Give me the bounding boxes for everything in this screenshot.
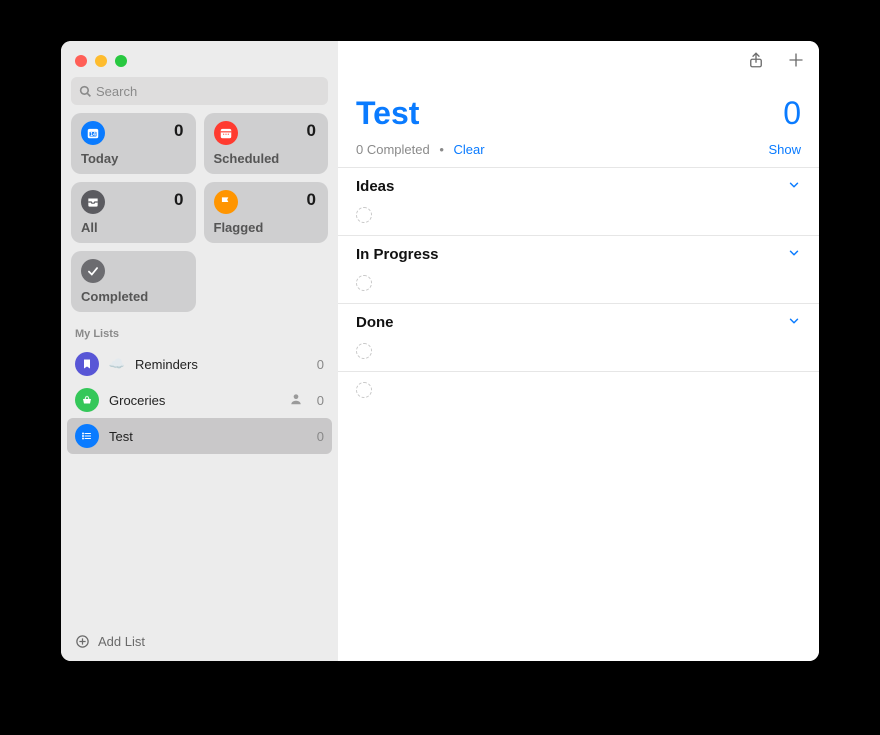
section-header-ideas[interactable]: Ideas — [338, 168, 819, 201]
smart-list-all[interactable]: 0 All — [71, 182, 196, 243]
reminder-radio[interactable] — [356, 343, 372, 359]
cloud-icon: ☁️ — [109, 356, 125, 372]
reminder-radio[interactable] — [356, 275, 372, 291]
main-content: Test 0 0 Completed • Clear Show Ideas — [338, 41, 819, 661]
completed-count-label: 0 Completed — [356, 142, 430, 157]
bookmark-icon — [75, 352, 99, 376]
sidebar-list-label: Groceries — [109, 393, 279, 408]
add-list-button[interactable]: Add List — [61, 624, 159, 661]
smart-list-all-count: 0 — [174, 190, 183, 210]
section-header-done[interactable]: Done — [338, 304, 819, 337]
list-total-count: 0 — [783, 95, 801, 132]
sidebar-list-count: 0 — [317, 429, 324, 444]
smart-list-scheduled-label: Scheduled — [214, 151, 319, 166]
calendar-icon — [214, 121, 238, 145]
sidebar: 14 0 Today 0 Scheduled 0 All — [61, 41, 338, 661]
show-completed-button[interactable]: Show — [768, 142, 801, 157]
smart-list-flagged-label: Flagged — [214, 220, 319, 235]
new-reminder-placeholder[interactable] — [338, 269, 819, 303]
section-title: In Progress — [356, 246, 439, 263]
app-window: 14 0 Today 0 Scheduled 0 All — [61, 41, 819, 661]
reminder-radio[interactable] — [356, 382, 372, 398]
smart-list-today-count: 0 — [174, 121, 183, 141]
window-controls — [61, 41, 338, 67]
chevron-down-icon[interactable] — [787, 178, 801, 195]
new-reminder-placeholder[interactable] — [338, 372, 819, 408]
calendar-day-icon: 14 — [81, 121, 105, 145]
svg-text:14: 14 — [90, 132, 96, 138]
new-reminder-placeholder[interactable] — [338, 337, 819, 371]
list-title: Test — [356, 95, 419, 132]
list-icon — [75, 424, 99, 448]
smart-list-all-label: All — [81, 220, 186, 235]
section-title: Done — [356, 314, 394, 331]
checkmark-icon — [81, 259, 105, 283]
smart-list-completed-label: Completed — [81, 289, 186, 304]
plus-icon — [787, 51, 805, 69]
minimize-window-button[interactable] — [95, 55, 107, 67]
section-title: Ideas — [356, 178, 394, 195]
chevron-down-icon[interactable] — [787, 246, 801, 263]
shared-icon — [289, 392, 303, 409]
close-window-button[interactable] — [75, 55, 87, 67]
sidebar-list-label: Test — [109, 429, 307, 444]
flag-icon — [214, 190, 238, 214]
section-header-in-progress[interactable]: In Progress — [338, 236, 819, 269]
plus-circle-icon — [75, 634, 90, 649]
smart-list-today[interactable]: 14 0 Today — [71, 113, 196, 174]
smart-list-scheduled-count: 0 — [307, 121, 316, 141]
my-lists: ☁️ Reminders 0 Groceries 0 Test — [61, 346, 338, 454]
tray-icon — [81, 190, 105, 214]
smart-list-scheduled[interactable]: 0 Scheduled — [204, 113, 329, 174]
share-button[interactable] — [747, 50, 765, 73]
sidebar-list-groceries[interactable]: Groceries 0 — [67, 382, 332, 418]
sidebar-list-test[interactable]: Test 0 — [67, 418, 332, 454]
smart-list-today-label: Today — [81, 151, 186, 166]
add-reminder-button[interactable] — [787, 51, 805, 72]
smart-list-completed[interactable]: Completed — [71, 251, 196, 312]
share-icon — [747, 50, 765, 70]
search-field[interactable] — [71, 77, 328, 105]
completed-summary: 0 Completed • Clear — [356, 142, 485, 157]
toolbar — [338, 41, 819, 81]
search-input[interactable] — [96, 84, 320, 99]
sidebar-list-reminders[interactable]: ☁️ Reminders 0 — [67, 346, 332, 382]
smart-list-flagged[interactable]: 0 Flagged — [204, 182, 329, 243]
basket-icon — [75, 388, 99, 412]
search-icon — [79, 85, 92, 98]
smart-list-flagged-count: 0 — [307, 190, 316, 210]
clear-completed-button[interactable]: Clear — [454, 142, 485, 157]
sidebar-list-count: 0 — [317, 393, 324, 408]
chevron-down-icon[interactable] — [787, 314, 801, 331]
sidebar-list-label: Reminders — [135, 357, 307, 372]
reminder-radio[interactable] — [356, 207, 372, 223]
add-list-label: Add List — [98, 634, 145, 649]
my-lists-header: My Lists — [61, 312, 338, 346]
fullscreen-window-button[interactable] — [115, 55, 127, 67]
new-reminder-placeholder[interactable] — [338, 201, 819, 235]
sidebar-list-count: 0 — [317, 357, 324, 372]
